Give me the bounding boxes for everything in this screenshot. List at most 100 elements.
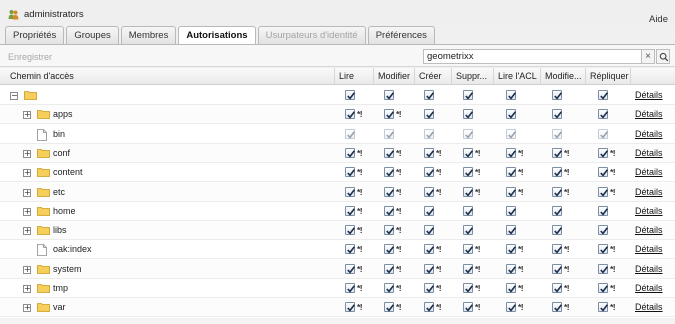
path-name[interactable]: home [53, 206, 76, 216]
tab-proprietes[interactable]: Propriétés [5, 26, 65, 44]
permission-checkbox[interactable] [384, 167, 395, 178]
details-link[interactable]: Détails [635, 148, 663, 158]
permission-checkbox[interactable] [384, 90, 395, 100]
permission-checkbox[interactable] [552, 167, 563, 178]
permission-checkbox[interactable] [552, 90, 563, 100]
permission-checkbox[interactable] [506, 283, 517, 293]
permission-checkbox[interactable] [506, 225, 517, 236]
permission-checkbox[interactable] [424, 90, 435, 100]
column-header-1[interactable]: Lire [334, 68, 373, 85]
permission-checkbox[interactable] [424, 225, 435, 236]
permission-checkbox[interactable] [552, 186, 563, 197]
permission-checkbox[interactable] [598, 167, 609, 178]
permission-checkbox[interactable] [506, 147, 517, 158]
permission-checkbox[interactable] [463, 302, 474, 313]
table-row[interactable]: + tmp *! *! *! *! *! *! *! Détails [0, 279, 675, 298]
permission-checkbox[interactable] [463, 186, 474, 197]
permission-checkbox[interactable] [384, 147, 395, 158]
path-name[interactable]: libs [53, 225, 67, 235]
permission-checkbox[interactable] [506, 263, 517, 274]
permission-checkbox[interactable] [598, 225, 609, 236]
permission-checkbox[interactable] [345, 263, 356, 274]
permission-checkbox[interactable] [506, 302, 517, 313]
table-row[interactable]: + conf *! *! *! *! *! *! *! Détails [0, 143, 675, 163]
permission-checkbox[interactable] [384, 244, 395, 255]
permission-checkbox[interactable] [345, 186, 356, 197]
permission-checkbox[interactable] [345, 205, 356, 216]
table-row[interactable]: + content *! *! *! *! *! *! *! Détails [0, 163, 675, 183]
column-header-2[interactable]: Modifier [373, 68, 414, 85]
path-name[interactable]: tmp [53, 283, 68, 293]
column-header-8[interactable] [630, 68, 675, 85]
permission-checkbox[interactable] [424, 186, 435, 197]
details-link[interactable]: Détails [635, 167, 663, 177]
permission-checkbox[interactable] [506, 90, 517, 100]
permission-checkbox[interactable] [463, 244, 474, 255]
column-header-0[interactable]: Chemin d'accès [0, 68, 334, 85]
details-link[interactable]: Détails [635, 244, 663, 254]
permission-checkbox[interactable] [345, 90, 356, 100]
permission-checkbox[interactable] [598, 302, 609, 313]
permission-checkbox[interactable] [598, 205, 609, 216]
details-link[interactable]: Détails [635, 90, 663, 100]
path-name[interactable]: bin [53, 129, 65, 139]
permission-checkbox[interactable] [424, 302, 435, 313]
details-link[interactable]: Détails [635, 283, 663, 293]
search-input[interactable] [423, 49, 642, 64]
expand-icon[interactable]: + [23, 207, 31, 216]
path-name[interactable]: conf [53, 148, 70, 158]
horizontal-scrollbar[interactable] [0, 318, 675, 324]
permission-checkbox[interactable] [424, 283, 435, 293]
permission-checkbox[interactable] [384, 225, 395, 236]
permission-checkbox[interactable] [345, 147, 356, 158]
tab-autorisations[interactable]: Autorisations [178, 26, 256, 45]
permission-checkbox[interactable] [345, 167, 356, 178]
permission-checkbox[interactable] [384, 205, 395, 216]
path-name[interactable]: var [53, 302, 66, 312]
permission-checkbox[interactable] [552, 244, 563, 255]
permission-checkbox[interactable] [424, 205, 435, 216]
column-header-7[interactable]: Répliquer [585, 68, 630, 85]
expand-icon[interactable]: + [23, 285, 31, 293]
permission-checkbox[interactable] [506, 186, 517, 197]
permission-checkbox[interactable] [463, 225, 474, 236]
table-row[interactable]: + var *! *! *! *! *! *! *! Détails [0, 298, 675, 318]
expand-icon[interactable]: + [23, 304, 31, 313]
permission-checkbox[interactable] [598, 244, 609, 255]
permission-checkbox[interactable] [598, 186, 609, 197]
details-link[interactable]: Détails [635, 225, 663, 235]
permission-checkbox[interactable] [384, 283, 395, 293]
permission-checkbox[interactable] [345, 109, 356, 120]
permission-checkbox[interactable] [552, 225, 563, 236]
permission-checkbox[interactable] [424, 109, 435, 120]
permission-checkbox[interactable] [463, 283, 474, 293]
help-link[interactable]: Aide [649, 14, 668, 25]
tab-groupes[interactable]: Groupes [66, 26, 119, 44]
details-link[interactable]: Détails [635, 264, 663, 274]
permission-checkbox[interactable] [552, 283, 563, 293]
permission-checkbox[interactable] [384, 263, 395, 274]
collapse-icon[interactable]: − [10, 92, 18, 100]
details-link[interactable]: Détails [635, 109, 663, 119]
expand-icon[interactable]: + [23, 188, 31, 197]
column-header-3[interactable]: Créer [414, 68, 451, 85]
permission-checkbox[interactable] [384, 109, 395, 120]
details-link[interactable]: Détails [635, 129, 663, 139]
permission-checkbox[interactable] [552, 263, 563, 274]
permission-checkbox[interactable] [345, 302, 356, 313]
path-name[interactable]: etc [53, 187, 65, 197]
permission-checkbox[interactable] [506, 109, 517, 120]
permission-checkbox[interactable] [506, 167, 517, 178]
permission-checkbox[interactable] [463, 205, 474, 216]
details-link[interactable]: Détails [635, 302, 663, 312]
expand-icon[interactable]: + [23, 265, 31, 274]
permission-checkbox[interactable] [424, 263, 435, 274]
permission-checkbox[interactable] [552, 147, 563, 158]
path-name[interactable]: oak:index [53, 244, 92, 254]
permission-checkbox[interactable] [506, 244, 517, 255]
permission-checkbox[interactable] [345, 225, 356, 236]
permission-checkbox[interactable] [345, 283, 356, 293]
table-row[interactable]: + libs *! *! Détails [0, 221, 675, 241]
permission-checkbox[interactable] [598, 109, 609, 120]
table-row[interactable]: oak:index *! *! *! *! *! *! *! Détails [0, 240, 675, 260]
